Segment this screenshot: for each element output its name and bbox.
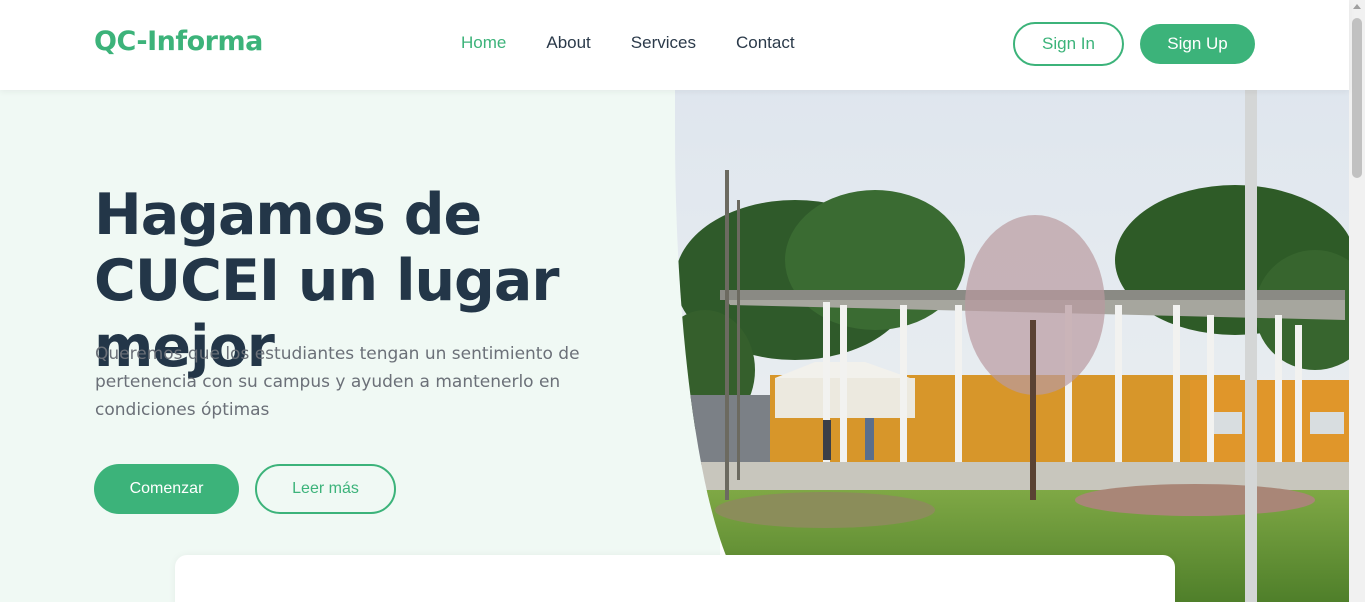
sign-in-button[interactable]: Sign In (1013, 22, 1124, 66)
scroll-up-icon[interactable] (1353, 4, 1361, 9)
logo[interactable]: QC-Informa (94, 26, 263, 57)
nav-item-services[interactable]: Services (631, 33, 696, 53)
start-button[interactable]: Comenzar (94, 464, 239, 514)
read-more-button[interactable]: Leer más (255, 464, 396, 514)
navbar: QC-Informa Home About Services Contact S… (0, 0, 1349, 90)
nav-item-about[interactable]: About (546, 33, 590, 53)
nav-item-contact[interactable]: Contact (736, 33, 795, 53)
feature-card (175, 555, 1175, 602)
scrollbar-thumb[interactable] (1352, 18, 1362, 178)
sign-up-button[interactable]: Sign Up (1140, 24, 1255, 64)
hero-description: Queremos que los estudiantes tengan un s… (95, 344, 580, 420)
campus-photo (675, 90, 1349, 602)
nav-menu: Home About Services Contact (461, 33, 795, 53)
nav-item-home[interactable]: Home (461, 33, 506, 53)
